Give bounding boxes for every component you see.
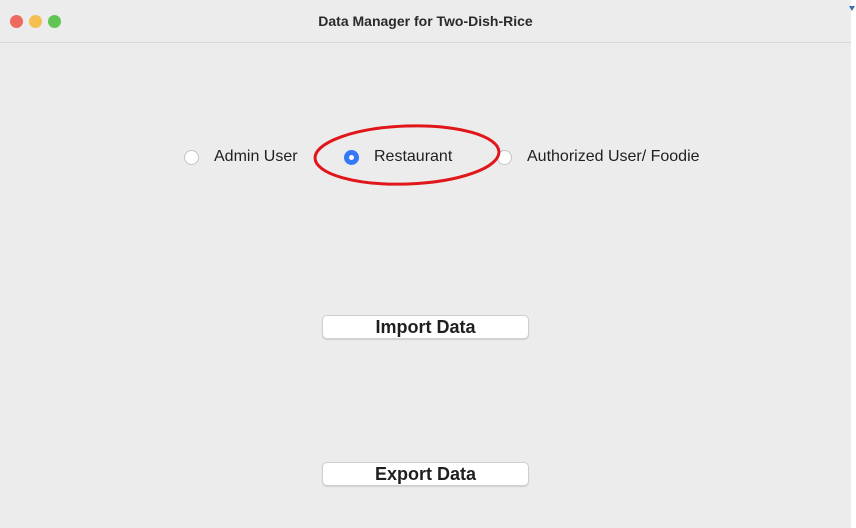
import-data-button[interactable]: Import Data [322,315,529,339]
radio-option-admin-user[interactable]: Admin User [184,146,298,168]
radio-option-authorized-user-foodie[interactable]: Authorized User/ Foodie [497,146,700,168]
radio-button-authorized-user-foodie[interactable] [497,149,512,165]
title-bar: Data Manager for Two-Dish-Rice [0,0,851,43]
corner-indicator [849,6,855,11]
radio-label-authorized-user-foodie: Authorized User/ Foodie [527,148,700,165]
radio-button-restaurant[interactable] [344,149,359,165]
radio-button-admin-user[interactable] [184,149,199,165]
export-data-button[interactable]: Export Data [322,462,529,486]
radio-label-restaurant: Restaurant [374,148,453,165]
radio-label-admin-user: Admin User [214,148,298,165]
window-title: Data Manager for Two-Dish-Rice [318,13,533,29]
app-window: Data Manager for Two-Dish-Rice Admin Use… [0,0,851,528]
radio-option-restaurant[interactable]: Restaurant [344,146,452,168]
